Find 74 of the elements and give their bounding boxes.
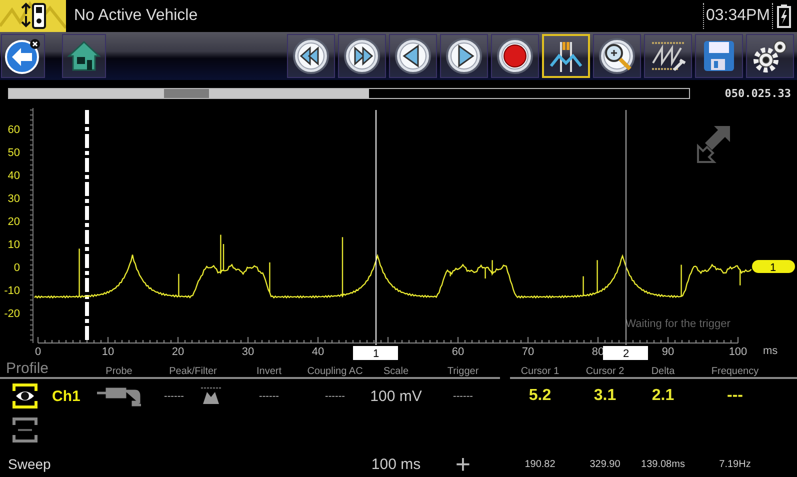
trigger-position-line[interactable] [85, 110, 89, 343]
expand-icon[interactable] [697, 126, 730, 163]
x-axis-label: 30 [242, 346, 254, 358]
y-axis-label: 20 [8, 216, 20, 228]
settings-button[interactable] [746, 34, 794, 78]
step-back-button[interactable] [389, 34, 437, 78]
x-axis-label: 60 [452, 346, 464, 358]
trace-marker[interactable]: 1 [752, 260, 795, 274]
cursor-2-value: 3.1 [592, 387, 618, 405]
y-axis-label: 0 [14, 262, 20, 274]
y-axis-label: 50 [8, 147, 20, 159]
cursor-tag[interactable]: 1 [353, 346, 398, 360]
peak-value: ------ [164, 390, 184, 402]
cursor-1-value: 5.2 [528, 387, 552, 405]
channel-label: Ch1 [52, 388, 80, 404]
sweep-label: Sweep [7, 456, 52, 472]
y-axis-label: 40 [8, 170, 20, 182]
sweep-scale-value[interactable]: 100 ms [368, 456, 424, 472]
x-axis-label: 10 [102, 346, 114, 358]
delta-value: 2.1 [650, 387, 676, 405]
scale-value[interactable]: 100 mV [368, 388, 424, 404]
trigger-status: Waiting for the trigger [626, 318, 730, 330]
invert-value: ------ [258, 390, 280, 402]
cursors-button[interactable] [542, 34, 590, 78]
frequency-reading: 7.19Hz [718, 458, 752, 470]
x-axis-label: 20 [172, 346, 184, 358]
column-header: Coupling AC [306, 366, 364, 377]
zoom-button[interactable] [593, 34, 641, 78]
rewind-button[interactable] [287, 34, 335, 78]
frequency-value: --- [726, 387, 744, 405]
x-axis-label: 0 [34, 346, 42, 358]
y-axis-label: 10 [8, 239, 20, 251]
app-logo[interactable] [0, 0, 66, 32]
position-reading: 050.025.33 [724, 86, 791, 100]
column-header: Peak/Filter [168, 366, 218, 377]
column-header: Probe [104, 366, 134, 377]
column-header: Trigger [446, 366, 480, 377]
y-axis-label: -10 [4, 285, 20, 297]
add-button[interactable]: + [455, 453, 471, 475]
column-header: Cursor 1 [520, 366, 560, 377]
channel-toggle[interactable] [12, 417, 38, 443]
column-header: Profile [5, 360, 50, 377]
save-button[interactable] [695, 34, 743, 78]
x-axis-label: 100 [728, 346, 748, 358]
y-axis-label: 60 [8, 124, 20, 136]
step-forward-button[interactable] [440, 34, 488, 78]
clock: 03:34PM [702, 3, 773, 29]
buffer-track[interactable] [8, 88, 690, 98]
record-button[interactable] [491, 34, 539, 78]
y-axis-label: -20 [4, 308, 20, 320]
x-axis-label: 90 [662, 346, 674, 358]
cursor-tag[interactable]: 2 [603, 346, 648, 360]
delta-time: 139.08ms [640, 458, 686, 470]
cursor-2-time: 329.90 [588, 458, 622, 470]
x-axis-label: 40 [312, 346, 324, 358]
back-button[interactable] [1, 34, 45, 78]
x-axis-unit: ms [763, 345, 778, 357]
column-header: Frequency [710, 366, 760, 377]
home-button[interactable] [62, 34, 106, 78]
column-header: Delta [650, 366, 676, 377]
coupling-value: ------ [324, 390, 346, 402]
column-header: Scale [382, 366, 410, 377]
trace-settings-button[interactable] [644, 34, 692, 78]
window-title: No Active Vehicle [74, 7, 199, 25]
trigger-value: ------ [452, 390, 474, 402]
x-axis-label: 70 [522, 346, 534, 358]
view-window-thumb[interactable] [164, 88, 209, 98]
filter-icon [200, 386, 222, 406]
column-header: Invert [255, 366, 282, 377]
y-axis-label: 30 [8, 193, 20, 205]
battery-icon [777, 4, 791, 28]
fast-forward-button[interactable] [338, 34, 386, 78]
column-header: Cursor 2 [584, 366, 626, 377]
cursor-1-time: 190.82 [524, 458, 556, 470]
